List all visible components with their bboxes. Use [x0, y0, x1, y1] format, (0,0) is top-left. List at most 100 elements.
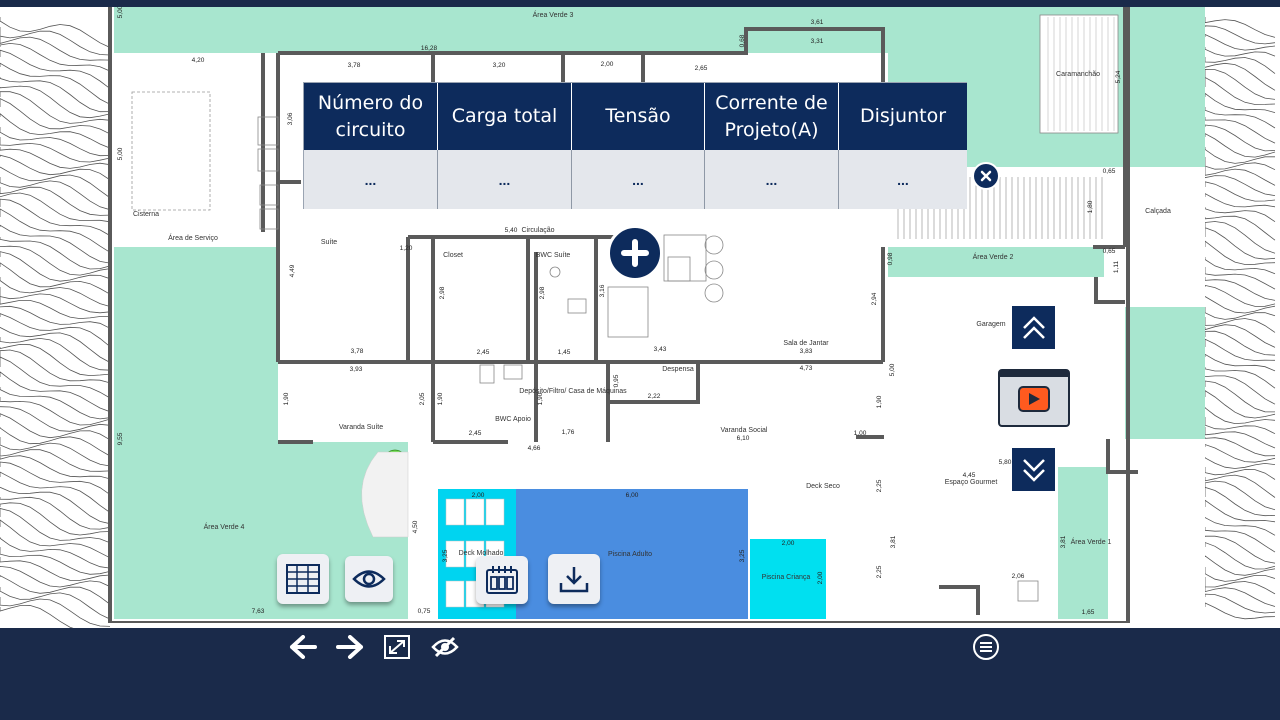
dimension-label: 0,95 — [613, 374, 620, 387]
hide-button[interactable] — [430, 632, 460, 662]
dimension-label: 2,05 — [419, 392, 426, 405]
dimension-label: 2,98 — [539, 286, 546, 299]
menu-icon — [973, 634, 999, 660]
terrain-line — [0, 371, 110, 413]
dimension-label: 2,25 — [876, 565, 883, 578]
terrain-line — [0, 471, 110, 513]
floor-up-button[interactable] — [1012, 306, 1055, 349]
chevrons-up-icon — [1022, 315, 1045, 339]
terrain-line — [1205, 444, 1276, 463]
eye-off-icon — [431, 636, 459, 658]
dimension-label: 3,81 — [890, 535, 897, 548]
terrain-line — [1205, 307, 1276, 320]
dimension-label: 16,28 — [421, 45, 438, 52]
dimension-label: 1,90 — [537, 392, 544, 405]
cell-voltage[interactable]: ... — [572, 150, 705, 209]
view-button[interactable] — [345, 556, 393, 602]
terrain-line — [0, 461, 110, 495]
dimension-label: 0,68 — [739, 34, 746, 47]
arrow-right-icon — [336, 635, 363, 659]
terrain-line — [0, 277, 110, 307]
terrain-line — [1205, 133, 1276, 158]
dimension-label: 1,65 — [1082, 609, 1095, 616]
arrow-left-icon — [290, 635, 317, 659]
terrain-line — [0, 587, 110, 620]
dimension-label: 2,65 — [695, 65, 708, 72]
terrain-line — [0, 287, 110, 314]
bottom-toolbar — [0, 628, 1280, 720]
terrain-line — [0, 437, 110, 467]
terrain-line — [0, 356, 110, 399]
terrain-line — [1205, 542, 1276, 570]
terrain-line — [1205, 221, 1276, 254]
dimension-label: 2,45 — [469, 430, 482, 437]
terrain-line — [1205, 47, 1276, 57]
room-label: Caramanchão — [1056, 71, 1100, 78]
dimension-label: 1,45 — [558, 349, 571, 356]
dimension-label: 5,00 — [889, 363, 896, 376]
terrain-line — [1205, 480, 1276, 511]
dimension-label: 2,94 — [871, 292, 878, 305]
back-button[interactable] — [288, 632, 318, 662]
terrain-line — [0, 147, 110, 169]
table-icon — [286, 564, 320, 594]
header-design-current: Corrente de Projeto(A) — [705, 83, 839, 150]
top-bar — [0, 0, 1280, 7]
terrain-line — [0, 127, 110, 157]
dimension-label: 1,76 — [562, 429, 575, 436]
terrain-line — [0, 597, 110, 627]
terrain-line — [0, 406, 110, 432]
download-icon — [559, 567, 589, 593]
terrain-line — [0, 251, 110, 282]
room-label: BWC Suíte — [536, 252, 571, 259]
dimension-label: 7,63 — [252, 608, 265, 615]
dimension-label: 1,20 — [400, 245, 413, 252]
add-circuit-button[interactable] — [607, 225, 663, 281]
fullscreen-button[interactable] — [382, 632, 412, 662]
header-total-load: Carga total — [438, 83, 572, 150]
terrain-line — [0, 98, 110, 135]
terrain-right — [1205, 17, 1276, 620]
terrain-line — [1205, 284, 1276, 307]
terrain-line — [1205, 380, 1276, 413]
room-label: Varanda Suíte — [339, 424, 383, 431]
room-label: Espaço Gourmet — [945, 479, 998, 486]
cell-breaker[interactable]: ... — [839, 150, 967, 209]
forward-button[interactable] — [335, 632, 365, 662]
room-label: Calçada — [1145, 208, 1171, 215]
dimension-label: 0,75 — [418, 608, 431, 615]
panel-button[interactable] — [476, 556, 528, 604]
dimension-label: 1,00 — [854, 430, 867, 437]
dimension-label: 2,00 — [817, 571, 824, 584]
video-button[interactable] — [998, 369, 1070, 427]
terrain-line — [1205, 457, 1276, 469]
dimension-label: 4,66 — [528, 445, 541, 452]
terrain-line — [0, 262, 110, 295]
dimension-label: 3,16 — [599, 284, 606, 297]
dimension-label: 3,31 — [811, 38, 824, 45]
terrain-line — [1205, 62, 1276, 91]
menu-button[interactable] — [971, 632, 1001, 662]
dimension-label: 1,90 — [437, 392, 444, 405]
table-button[interactable] — [277, 554, 329, 604]
room-label: Área Verde 4 — [204, 522, 245, 531]
cell-design-current[interactable]: ... — [705, 150, 839, 209]
dimension-label: 3,25 — [739, 549, 746, 562]
terrain-line — [0, 604, 74, 628]
dimension-label: 4,49 — [289, 264, 296, 277]
cell-total-load[interactable]: ... — [438, 150, 572, 209]
floor-down-button[interactable] — [1012, 448, 1055, 491]
header-breaker: Disjuntor — [839, 83, 967, 150]
close-table-button[interactable] — [972, 162, 1000, 190]
room-label: Closet — [443, 252, 463, 259]
room-label: Sala de Jantar — [783, 340, 829, 347]
dimension-label: 3,43 — [654, 346, 667, 353]
terrain-line — [0, 27, 110, 56]
room-label: Deck Seco — [806, 483, 840, 490]
app-stage: Área Verde 3 Caramanchão Cisterna Área d… — [0, 0, 1280, 720]
dimension-label: 2,00 — [472, 492, 485, 499]
download-button[interactable] — [548, 554, 600, 604]
cell-circuit-number[interactable]: ... — [304, 150, 438, 209]
room-label: Área Verde 1 — [1071, 537, 1112, 546]
dimension-label: 4,45 — [963, 472, 976, 479]
